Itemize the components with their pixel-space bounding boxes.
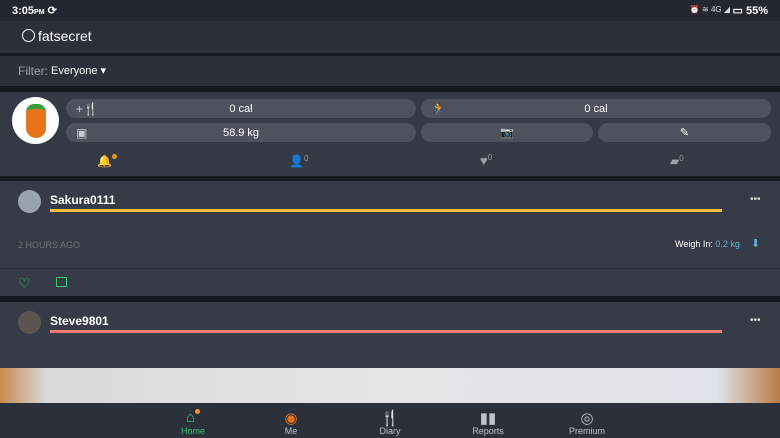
username[interactable]: Sakura0111 <box>50 193 115 207</box>
user-avatar[interactable] <box>18 311 41 334</box>
exercise-calories-button[interactable]: 🏃 0 cal <box>421 99 771 118</box>
like-button[interactable]: ♡ <box>18 275 31 292</box>
edit-icon: ✎ <box>679 127 690 139</box>
weight-value: 58.9 kg <box>222 126 260 139</box>
exercise-calories: 0 cal <box>584 102 608 115</box>
bell-icon: 🔔 <box>97 154 112 168</box>
comments-tab[interactable]: ▰0 <box>670 154 684 168</box>
post-color-bar <box>50 209 722 212</box>
filter-dropdown[interactable]: Everyone ▾ <box>51 64 106 77</box>
feed-post: Sakura0111 ••• 2 HOURS AGO Weigh In: 0.2… <box>0 181 780 296</box>
status-bar: 3:05PM ⟳ ⏰ ≋ 4G ◢ ▭ 55% <box>0 0 780 21</box>
weigh-in: Weigh In: 0.2 kg <box>675 239 740 249</box>
premium-icon: ◎ <box>580 410 594 427</box>
likes-count: 0 <box>487 153 493 162</box>
arrow-down-icon: ⬇ <box>751 238 761 250</box>
divider <box>0 268 780 269</box>
fork-knife-icon: 🍴 <box>380 410 400 427</box>
bottom-nav: ⌂ Home ◉ Me 🍴 Diary ▮▮ Reports ◎ Premium <box>0 403 780 438</box>
write-post-button[interactable]: ✎ <box>598 123 771 142</box>
home-icon: ⌂ <box>163 409 223 426</box>
nav-reports[interactable]: ▮▮ Reports <box>458 409 518 436</box>
scale-icon: ▣ <box>76 125 88 140</box>
camera-icon: 📷 <box>500 127 514 139</box>
more-options-icon[interactable]: ••• <box>750 194 761 205</box>
more-options-icon[interactable]: ••• <box>750 315 761 326</box>
username[interactable]: Steve9801 <box>50 314 109 328</box>
run-icon: 🏃 <box>431 101 446 116</box>
fork-knife-icon: +🍴 <box>76 101 98 116</box>
feed-post: Steve9801 ••• <box>0 302 780 368</box>
nav-diary[interactable]: 🍴 Diary <box>360 409 420 436</box>
nav-home[interactable]: ⌂ Home <box>163 409 223 436</box>
food-calories-button[interactable]: +🍴 0 cal <box>66 99 416 118</box>
weight-button[interactable]: ▣ 58.9 kg <box>66 123 416 142</box>
photo-button[interactable]: 📷 <box>421 123 593 142</box>
carrot-avatar[interactable] <box>12 97 59 144</box>
user-avatar[interactable] <box>18 190 41 213</box>
profile-summary: +🍴 0 cal 🏃 0 cal ▣ 58.9 kg 📷 ✎ 🔔 👤0 ♥0 ▰0 <box>0 92 780 176</box>
post-photo[interactable] <box>0 368 780 403</box>
app-header: fatsecret <box>0 21 780 53</box>
carrot-icon: ◉ <box>284 410 298 427</box>
nav-premium[interactable]: ◎ Premium <box>557 409 617 436</box>
post-color-bar <box>50 330 722 333</box>
comment-icon: ▰ <box>670 154 680 168</box>
post-time: 2 HOURS AGO <box>18 240 81 250</box>
battery-level: ▭ 55% <box>732 5 768 17</box>
nav-me[interactable]: ◉ Me <box>261 409 321 436</box>
filter-label: Filter: <box>18 64 48 78</box>
friends-count: 0 <box>303 154 309 163</box>
carrot-icon <box>25 103 46 138</box>
app-logo: fatsecret <box>38 28 92 44</box>
heart-icon: ♥ <box>480 153 488 168</box>
person-icon: 👤 <box>289 154 304 168</box>
likes-tab[interactable]: ♥0 <box>480 153 492 168</box>
food-calories: 0 cal <box>229 102 253 115</box>
notification-dot <box>111 154 117 159</box>
clock: 3:05PM ⟳ <box>12 5 57 17</box>
bar-chart-icon: ▮▮ <box>479 410 497 427</box>
comment-button[interactable] <box>56 277 67 287</box>
comments-count: 0 <box>679 154 684 163</box>
fatsecret-logo-icon <box>22 29 35 42</box>
status-icons: ⏰ ≋ 4G ◢ <box>689 5 730 14</box>
friends-tab[interactable]: 👤0 <box>289 154 308 168</box>
notifications-tab[interactable]: 🔔 <box>97 154 117 168</box>
filter-bar[interactable]: Filter: Everyone ▾ <box>0 56 780 86</box>
